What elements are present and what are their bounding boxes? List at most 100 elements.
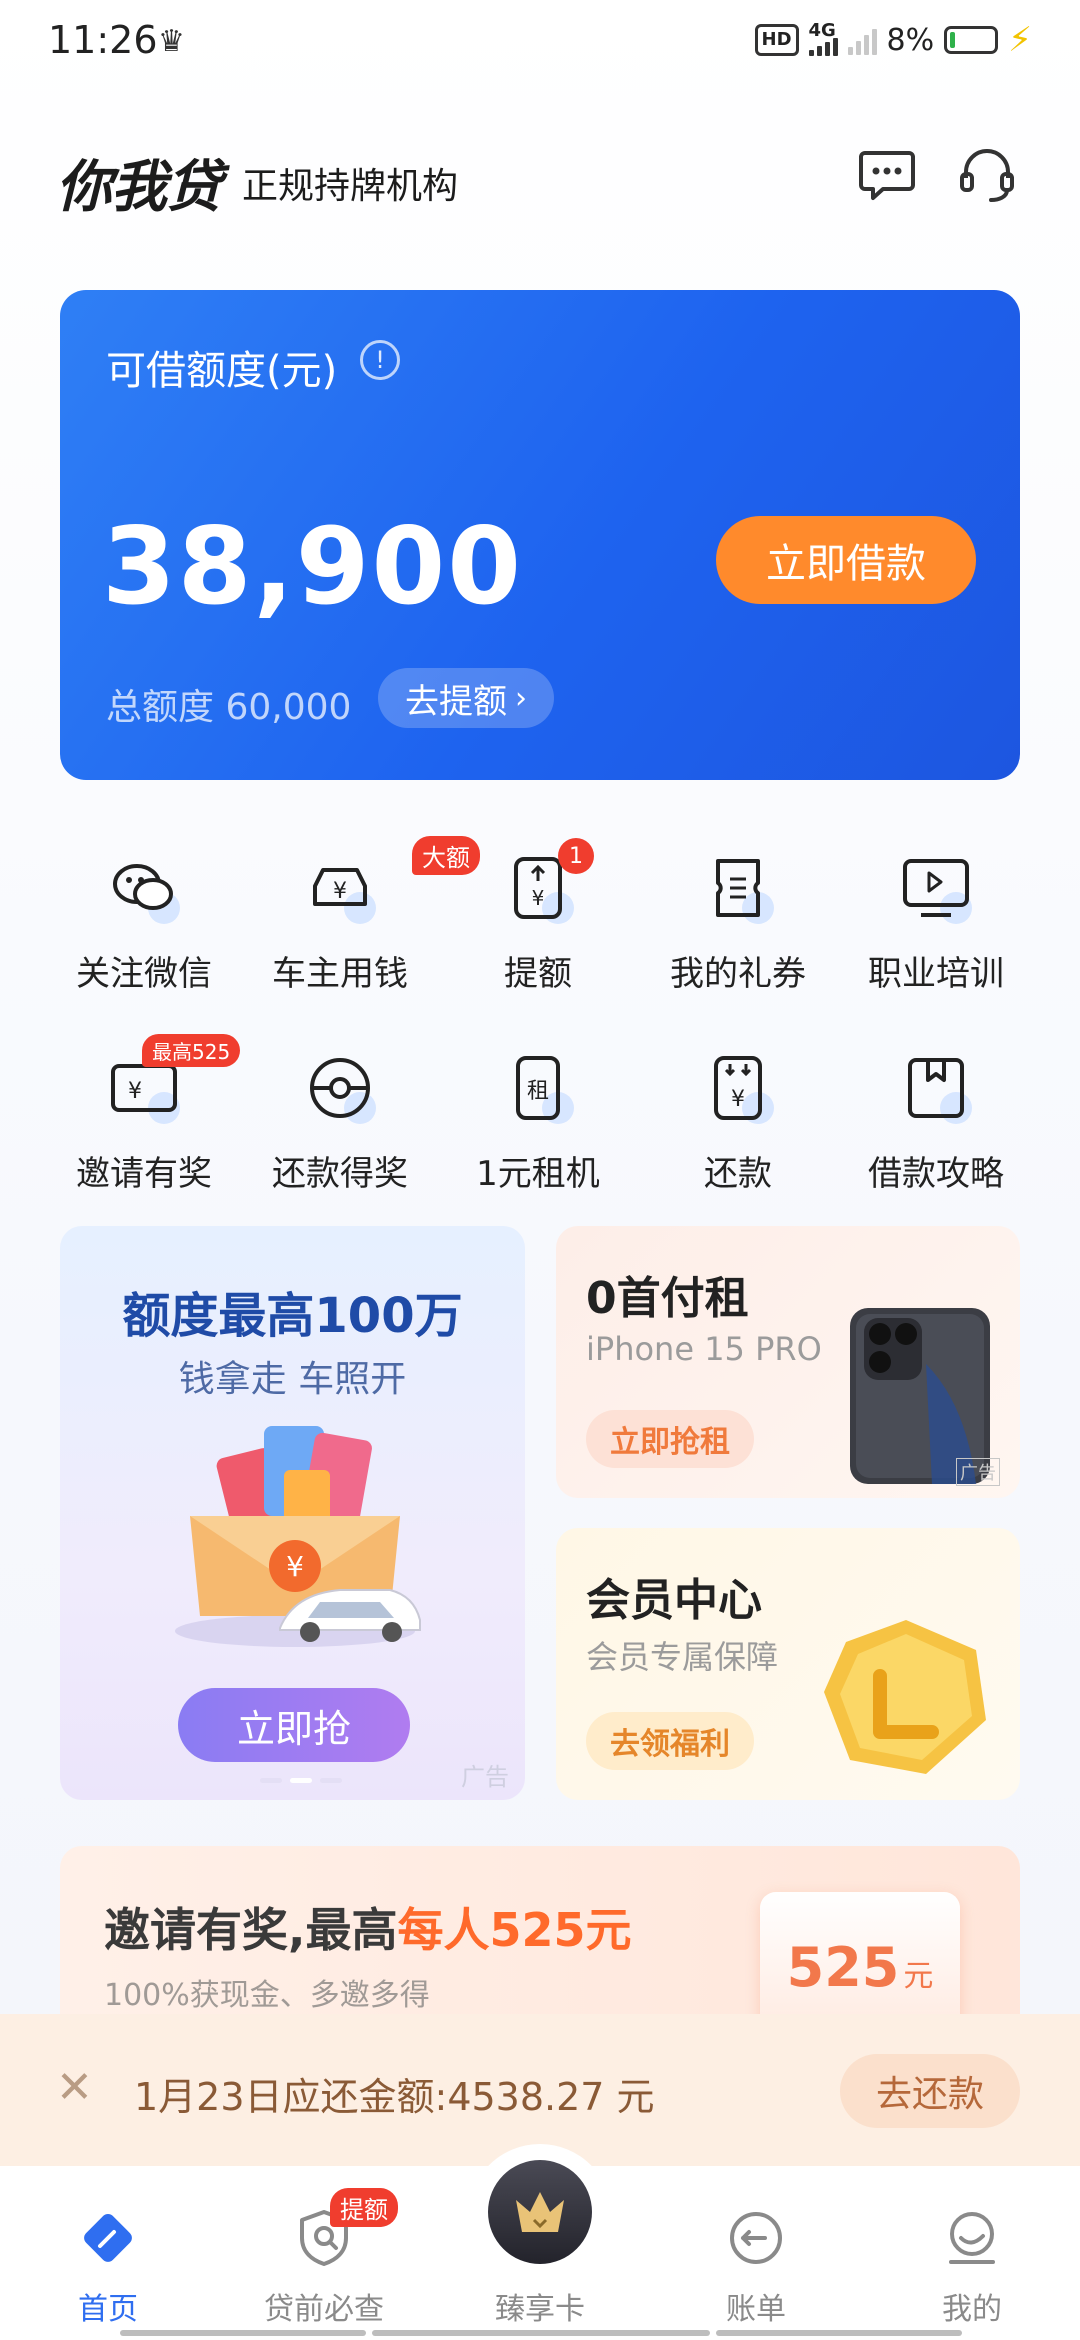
profile-icon xyxy=(940,2206,1004,2270)
message-button[interactable] xyxy=(852,140,922,210)
grid-item-car-money[interactable]: ¥ 大额 车主用钱 xyxy=(242,836,480,1008)
available-limit-label: 可借额度(元) xyxy=(106,348,338,394)
rent-now-button[interactable]: 立即抢租 xyxy=(586,1410,754,1468)
home-indicator xyxy=(120,2330,366,2336)
tab-badge: 提额 xyxy=(330,2188,398,2227)
charging-icon: ⚡ xyxy=(1008,20,1032,60)
grid-item-phone-rent[interactable]: 租 1元租机 xyxy=(440,1048,636,1208)
svg-text:¥: ¥ xyxy=(333,879,347,904)
grid-item-wechat[interactable]: 关注微信 xyxy=(46,848,242,1008)
status-time: 11:26 xyxy=(48,18,158,62)
repay-reward-icon xyxy=(300,1048,380,1128)
grid-item-coupon[interactable]: 我的礼券 xyxy=(640,848,836,1008)
grid-item-label: 我的礼券 xyxy=(670,954,806,994)
grid-item-label: 关注微信 xyxy=(76,954,212,994)
home-indicator xyxy=(716,2330,962,2336)
signal-icon xyxy=(847,25,877,55)
message-icon xyxy=(859,151,915,200)
grid-item-raise-limit[interactable]: ¥ 1 提额 xyxy=(440,838,636,1008)
reward-amount: 525 xyxy=(786,1935,900,1999)
get-benefits-button[interactable]: 去领福利 xyxy=(586,1712,754,1770)
grid-item-label: 提额 xyxy=(504,954,572,994)
raise-limit-button[interactable]: 去提额 › xyxy=(378,668,554,728)
available-amount: 38,900 xyxy=(102,505,524,628)
grid-item-label: 邀请有奖 xyxy=(76,1154,212,1194)
app-logo: 你我贷 xyxy=(56,155,222,220)
ad-label: 广告 xyxy=(956,1458,1000,1486)
grid-item-repay[interactable]: ¥ 还款 xyxy=(640,1048,836,1208)
bill-icon xyxy=(724,2206,788,2270)
tab-label: 贷前必查 xyxy=(264,2292,384,2327)
battery-percent: 8% xyxy=(886,22,935,58)
grid-item-label: 1元租机 xyxy=(476,1154,600,1194)
grid-badge: 最高525 xyxy=(142,1034,241,1067)
tab-label: 臻享卡 xyxy=(495,2292,585,2327)
ad-label: 广告 xyxy=(461,1763,509,1791)
raise-limit-label: 去提额 xyxy=(405,681,507,722)
invite-title: 邀请有奖,最高每人525元 xyxy=(104,1894,632,1960)
grid-item-loan-guide[interactable]: 借款攻略 xyxy=(838,1048,1034,1208)
home-icon xyxy=(76,2206,140,2270)
bottom-tab-bar: 首页 提额 贷前必查 臻享卡 账单 我的 xyxy=(0,2144,1080,2340)
phone-rent-icon: 租 xyxy=(498,1048,578,1128)
crown-icon: ♛ xyxy=(158,24,185,59)
gold-badge-icon xyxy=(824,1620,986,1774)
crown-card-icon[interactable] xyxy=(488,2160,592,2264)
chevron-right-icon: › xyxy=(515,680,527,716)
grid-item-label: 还款 xyxy=(704,1154,772,1194)
repay-icon: ¥ xyxy=(698,1048,778,1128)
grid-item-label: 借款攻略 xyxy=(868,1154,1004,1194)
svg-text:¥: ¥ xyxy=(532,886,545,910)
status-icons: HD 4G 8% ⚡ xyxy=(754,20,1032,60)
info-icon[interactable]: ! xyxy=(360,340,400,380)
grid-item-label: 车主用钱 xyxy=(272,954,408,994)
invite-subtitle: 100%获现金、多邀多得 xyxy=(104,1978,430,2013)
red-envelope-car-illustration: ¥ xyxy=(175,1426,421,1647)
shield-check-icon: 提额 xyxy=(292,2188,398,2270)
tab-home[interactable]: 首页 xyxy=(0,2166,216,2340)
promo-card-car-loan[interactable]: 额度最高100万 钱拿走 车照开 ¥ 立即抢 广告 xyxy=(60,1226,525,1800)
reward-unit: 元 xyxy=(903,1959,934,1994)
raise-limit-icon: ¥ 1 xyxy=(498,838,594,928)
hd-icon: HD xyxy=(754,24,799,56)
network-icon: 4G xyxy=(808,22,838,56)
grid-item-repay-reward[interactable]: 还款得奖 xyxy=(242,1048,438,1208)
loan-guide-icon xyxy=(896,1048,976,1128)
promo-title: 0首付租 xyxy=(586,1273,749,1324)
borrow-now-button[interactable]: 立即借款 xyxy=(716,516,976,604)
svg-text:¥: ¥ xyxy=(731,1087,745,1112)
grid-item-invite-reward[interactable]: ¥ 最高525 邀请有奖 xyxy=(46,1034,242,1208)
promo-subtitle: 会员专属保障 xyxy=(586,1638,779,1676)
promo-card-member-center[interactable]: 会员中心 会员专属保障 去领福利 xyxy=(556,1528,1020,1800)
car-money-icon: ¥ 大额 xyxy=(300,836,480,928)
grid-item-training[interactable]: 职业培训 xyxy=(838,848,1034,1008)
invite-title-prefix: 邀请有奖,最高 xyxy=(104,1903,398,1957)
battery-icon xyxy=(944,26,999,54)
repayment-due-text: 1月23日应还金额:4538.27 元 xyxy=(134,2075,655,2119)
home-indicator xyxy=(372,2330,710,2336)
grid-item-label: 还款得奖 xyxy=(272,1154,408,1194)
credit-limit-card: 可借额度(元) ! 38,900 立即借款 总额度 60,000 去提额 › xyxy=(60,290,1020,780)
customer-service-button[interactable] xyxy=(952,140,1022,210)
coupon-icon xyxy=(698,848,778,928)
logo-subtitle: 正规持牌机构 xyxy=(242,166,459,207)
grab-now-button[interactable]: 立即抢 xyxy=(178,1688,410,1762)
grid-badge: 1 xyxy=(558,838,594,874)
invite-title-highlight: 每人525元 xyxy=(397,1903,632,1957)
svg-text:¥: ¥ xyxy=(128,1079,142,1104)
training-icon xyxy=(896,848,976,928)
close-icon[interactable]: ✕ xyxy=(56,2062,93,2113)
promo-subtitle: iPhone 15 PRO xyxy=(586,1330,822,1368)
wechat-icon xyxy=(104,848,184,928)
tab-mine[interactable]: 我的 xyxy=(864,2166,1080,2340)
tab-pre-loan-check[interactable]: 提额 贷前必查 xyxy=(216,2166,432,2340)
promo-title: 会员中心 xyxy=(586,1575,762,1626)
tab-bill[interactable]: 账单 xyxy=(648,2166,864,2340)
status-bar: 11:26 ♛ HD 4G 8% ⚡ xyxy=(0,0,1080,84)
total-limit: 总额度 60,000 xyxy=(106,687,352,728)
svg-text:¥: ¥ xyxy=(286,1550,304,1583)
repay-now-button[interactable]: 去还款 xyxy=(840,2054,1020,2128)
promo-title: 额度最高100万 xyxy=(122,1288,463,1344)
tab-label: 我的 xyxy=(942,2292,1002,2327)
promo-card-phone-rent[interactable]: 0首付租 iPhone 15 PRO 立即抢租 广告 xyxy=(556,1226,1020,1498)
